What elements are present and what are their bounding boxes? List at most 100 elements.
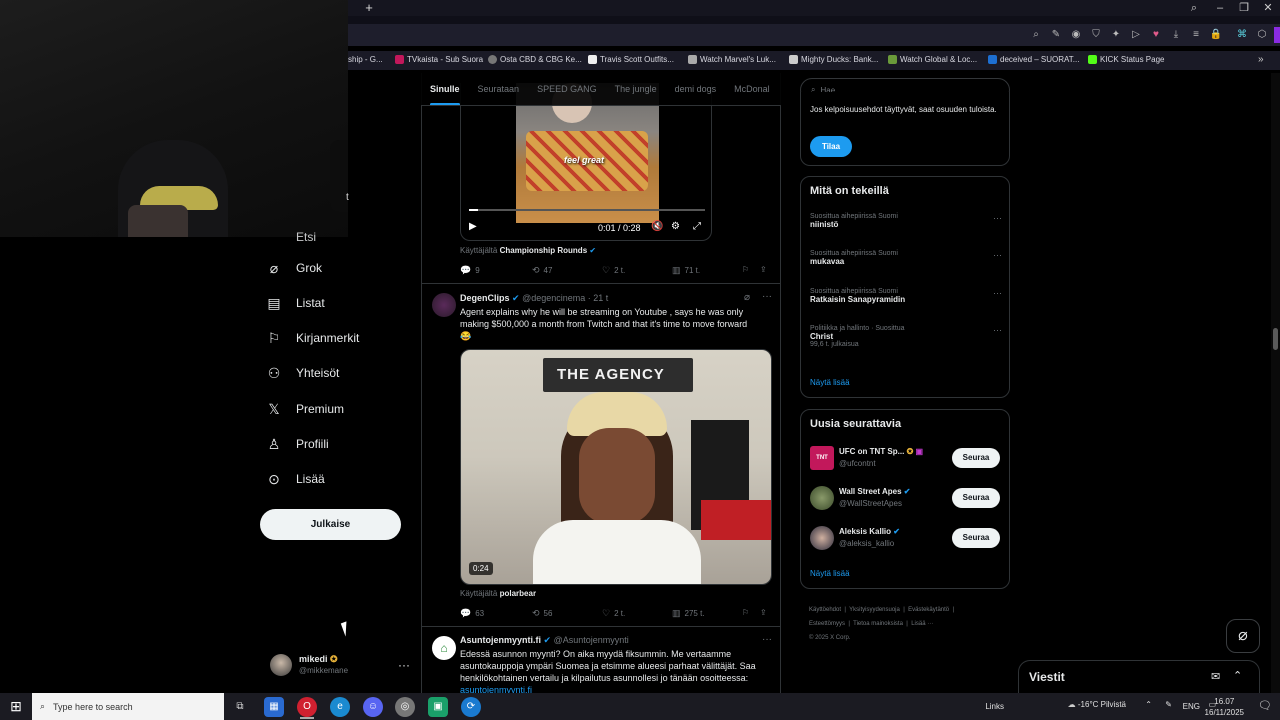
- search-icon[interactable]: ⌕: [1028, 27, 1044, 43]
- tab-demi-dogs[interactable]: demi dogs: [666, 73, 726, 105]
- publish-button[interactable]: Julkaise: [260, 509, 401, 540]
- repost-button[interactable]: ⟲ 47: [532, 265, 552, 276]
- nav-item-more[interactable]: ⊙ Lisää: [266, 464, 325, 494]
- app-icon[interactable]: ▣: [428, 697, 448, 717]
- app-icon[interactable]: ⟳: [461, 697, 481, 717]
- edit-icon[interactable]: ✎: [1048, 27, 1064, 43]
- footer-link[interactable]: Tietoa mainoksista: [853, 621, 903, 627]
- play-icon[interactable]: ▶: [469, 221, 477, 232]
- footer-link[interactable]: Yksityisyydensuoja: [849, 607, 900, 613]
- bookmark-item[interactable]: KICK Status Page: [1088, 55, 1164, 64]
- play-icon[interactable]: ▷: [1128, 27, 1144, 43]
- clock[interactable]: 16.07 16/11/2025: [1205, 696, 1244, 718]
- author-handle[interactable]: @degencinema: [522, 293, 585, 303]
- more-icon[interactable]: ···: [762, 291, 772, 302]
- messages-drawer[interactable]: Viestit ✉ ⌃: [1018, 660, 1260, 694]
- trend-item[interactable]: Suosittua aihepiirissä Suomi mukavaa ···: [810, 250, 1002, 266]
- avatar[interactable]: [432, 293, 456, 317]
- grok-floating-button[interactable]: ⌀: [1226, 619, 1260, 653]
- follow-button[interactable]: Seuraa: [952, 528, 1000, 548]
- views-button[interactable]: ▥ 71 t.: [672, 265, 700, 276]
- author-name[interactable]: Asuntojenmyynti.fi: [460, 635, 541, 645]
- bookmark-item[interactable]: Watch Global & Loc...: [888, 55, 977, 64]
- footer-link[interactable]: Käyttöehdot: [809, 607, 841, 613]
- settings-icon[interactable]: ⚙: [671, 221, 680, 232]
- footer-link[interactable]: Esteettömyys: [809, 621, 845, 627]
- trend-item[interactable]: Suosittua aihepiirissä Suomi Ratkaisin S…: [810, 288, 1002, 304]
- fullscreen-icon[interactable]: ⤢: [693, 221, 701, 232]
- page-scrollbar[interactable]: [1271, 73, 1280, 693]
- bookmark-icon[interactable]: ⚐: [742, 608, 749, 617]
- author-name[interactable]: DegenClips: [460, 293, 510, 303]
- shield-icon[interactable]: ⛉: [1088, 27, 1104, 43]
- download-icon[interactable]: ⤓: [1168, 27, 1184, 43]
- trends-show-more-link[interactable]: Näytä lisää: [810, 378, 850, 387]
- discord-icon[interactable]: ☺: [363, 697, 383, 717]
- edge-browser-icon[interactable]: e: [330, 697, 350, 717]
- nav-item-premium[interactable]: 𝕏 Premium: [266, 394, 344, 424]
- more-icon[interactable]: ···: [398, 658, 410, 672]
- avatar[interactable]: ⌂: [432, 636, 456, 660]
- nav-item-bookmarks[interactable]: ⚐ Kirjanmerkit: [266, 323, 360, 353]
- footer-link[interactable]: Lisää ···: [911, 621, 933, 627]
- account-switcher[interactable]: mikedi ✪ @mikkemane ···: [270, 652, 415, 682]
- new-message-icon[interactable]: ✉: [1211, 670, 1220, 683]
- video-player[interactable]: feel great ▶ 0:01 / 0:28 🔇 ⚙ ⤢: [460, 83, 712, 241]
- more-icon[interactable]: ···: [993, 250, 1002, 260]
- lock-icon[interactable]: 🔒: [1208, 27, 1224, 43]
- tab-speed-gang[interactable]: SPEED GANG: [528, 73, 606, 105]
- tab-seurataan[interactable]: Seurataan: [469, 73, 529, 105]
- settings-cube-icon[interactable]: ⬡: [1254, 27, 1270, 43]
- camera-icon[interactable]: ◉: [1068, 27, 1084, 43]
- follow-suggestion[interactable]: TNT UFC on TNT Sp... ✪ ▣ @ufcontnt Seura…: [810, 446, 1002, 472]
- views-button[interactable]: ▥ 275 t.: [672, 608, 705, 619]
- tab-mcdonal[interactable]: McDonal: [725, 73, 779, 105]
- nav-item-communities[interactable]: ⚇ Yhteisöt: [266, 358, 340, 388]
- mute-icon[interactable]: 🔇: [651, 221, 663, 232]
- bookmark-item[interactable]: ship - G...: [348, 55, 383, 64]
- like-button[interactable]: ♡ 2 t.: [602, 608, 625, 619]
- pen-icon[interactable]: ✎: [1165, 700, 1172, 709]
- weather-widget[interactable]: ☁ -16°C Pilvistä: [1068, 700, 1126, 709]
- post-time[interactable]: · 21 t: [588, 293, 609, 303]
- nav-item-grok[interactable]: ⌀ Grok: [266, 253, 322, 283]
- subscribe-button[interactable]: Tilaa: [810, 136, 852, 157]
- bookmark-item[interactable]: deceived – SUORAT...: [988, 55, 1079, 64]
- close-window-button[interactable]: ✕: [1258, 0, 1278, 16]
- tab-sinulle[interactable]: Sinulle: [421, 73, 469, 105]
- links-toolbar[interactable]: Links: [985, 702, 1004, 711]
- author-handle[interactable]: @Asuntojenmyynti: [554, 635, 629, 645]
- follow-suggestion[interactable]: Wall Street Apes ✔ @WallStreetApes Seura…: [810, 486, 1002, 512]
- opera-browser-icon[interactable]: O: [297, 697, 317, 717]
- bookmark-item[interactable]: TVkaista - Sub Suora: [395, 55, 483, 64]
- like-button[interactable]: ♡ 2 t.: [602, 265, 625, 276]
- extension-icon[interactable]: ✦: [1108, 27, 1124, 43]
- footer-link[interactable]: Evästekäytäntö: [908, 607, 949, 613]
- repost-button[interactable]: ⟲ 56: [532, 608, 552, 619]
- app-icon[interactable]: ▦: [264, 697, 284, 717]
- reply-button[interactable]: 💬 63: [460, 608, 484, 619]
- menu-icon[interactable]: ≡: [1188, 27, 1204, 43]
- windows-start-icon[interactable]: ⊞: [0, 693, 32, 720]
- post-link[interactable]: asuntojenmyynti.fi: [460, 684, 770, 693]
- more-bookmarks-icon[interactable]: »: [1258, 54, 1264, 65]
- grok-icon[interactable]: ⌀: [744, 292, 750, 303]
- tab-the-jungle[interactable]: The jungle: [606, 73, 666, 105]
- notifications-icon[interactable]: 🗨: [1258, 699, 1272, 712]
- language-indicator[interactable]: ENG: [1183, 702, 1200, 711]
- heart-icon[interactable]: ♥: [1148, 27, 1164, 43]
- chevron-up-icon[interactable]: ⌃: [1145, 700, 1152, 709]
- minimize-button[interactable]: –: [1210, 0, 1230, 16]
- reply-button[interactable]: 💬 9: [460, 265, 480, 276]
- browser-search-icon[interactable]: ⌕: [1184, 0, 1204, 16]
- nav-item-profile[interactable]: ♙ Profiili: [266, 429, 329, 459]
- taskbar-search-input[interactable]: ⌕ Type here to search: [32, 693, 224, 720]
- restore-button[interactable]: ❐: [1234, 0, 1254, 16]
- more-icon[interactable]: ···: [993, 325, 1002, 335]
- bookmark-item[interactable]: Mighty Ducks: Bank...: [789, 55, 878, 64]
- bookmark-icon[interactable]: ⚐: [742, 265, 749, 274]
- task-view-icon[interactable]: ⧉: [230, 697, 250, 717]
- nav-item-lists[interactable]: ▤ Listat: [266, 288, 324, 318]
- twitch-extension-icon[interactable]: ⌘: [1234, 27, 1250, 43]
- follow-button[interactable]: Seuraa: [952, 488, 1000, 508]
